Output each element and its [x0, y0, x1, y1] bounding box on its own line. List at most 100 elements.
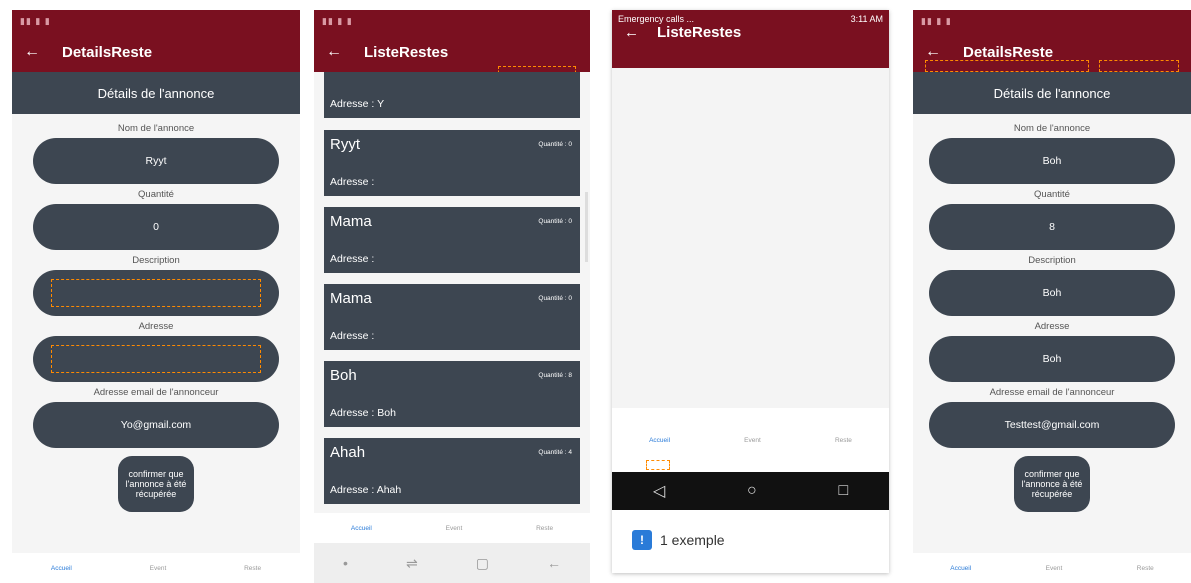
- item-quantity: Quantité : 4: [538, 449, 572, 456]
- nav-event[interactable]: Event: [150, 565, 167, 572]
- nav-event[interactable]: Event: [1046, 565, 1063, 572]
- field-label: Adresse email de l'annonceur: [93, 386, 219, 398]
- dot-icon[interactable]: •: [343, 555, 348, 571]
- details-form: Nom de l'annonce Ryyt Quantité 0 Descrip…: [12, 114, 300, 512]
- back-triangle-icon[interactable]: ◁: [653, 481, 665, 501]
- empty-content: [612, 68, 889, 408]
- email-field[interactable]: Yo@gmail.com: [33, 402, 279, 448]
- list-item[interactable]: Ahah Quantité : 4 Adresse : Ahah: [324, 438, 580, 504]
- nav-accueil[interactable]: Accueil: [351, 525, 372, 532]
- empty-list-screen: Emergency calls ... 3:11 AM ← ListeReste…: [612, 10, 889, 573]
- item-quantity: Quantité : 0: [538, 141, 572, 148]
- bottom-nav: Accueil Event Reste: [12, 553, 300, 583]
- back-arrow-icon[interactable]: ←: [925, 43, 941, 61]
- section-title: Détails de l'annonce: [12, 72, 300, 114]
- bottom-nav: Accueil Event Reste: [314, 513, 590, 543]
- nav-reste[interactable]: Reste: [835, 437, 852, 444]
- name-field[interactable]: Ryyt: [33, 138, 279, 184]
- scrollbar[interactable]: [585, 192, 588, 262]
- app-bar: ▮▮ ▮ ▮ ← DetailsReste: [12, 10, 300, 72]
- confirm-button[interactable]: confirmer que l'annonce à été récupérée: [1014, 456, 1090, 512]
- exclamation-icon: !: [632, 530, 652, 550]
- item-address: Adresse : Boh: [330, 407, 396, 419]
- field-label: Adresse: [1034, 320, 1070, 332]
- details-screen-2: ▮▮ ▮ ▮ ← DetailsReste Détails de l'annon…: [913, 10, 1191, 583]
- item-quantity: Quantité : 0: [538, 218, 572, 225]
- highlight-box: [646, 460, 670, 470]
- address-field[interactable]: Boh: [929, 336, 1175, 382]
- recents-square-icon[interactable]: □: [838, 482, 848, 500]
- home-circle-icon[interactable]: ○: [747, 482, 757, 500]
- item-address: Adresse : Y: [330, 98, 385, 110]
- back-arrow-icon[interactable]: ←: [326, 43, 342, 61]
- item-address: Adresse : Ahah: [330, 484, 402, 496]
- toolbar-title: DetailsReste: [963, 43, 1054, 61]
- nav-event[interactable]: Event: [744, 437, 761, 444]
- toolbar: ← ListeRestes: [612, 24, 889, 68]
- field-label: Description: [1028, 254, 1076, 266]
- confirm-button[interactable]: confirmer que l'annonce à été récupérée: [118, 456, 194, 512]
- highlight-box: [51, 279, 261, 307]
- email-field[interactable]: Testtest@gmail.com: [929, 402, 1175, 448]
- list-item[interactable]: Ryyt Quantité : 0 Adresse :: [324, 130, 580, 196]
- system-nav: • ⇌ ▢ ←: [314, 543, 590, 583]
- address-field[interactable]: [33, 336, 279, 382]
- list-item[interactable]: Adresse : Y: [324, 72, 580, 118]
- nav-reste[interactable]: Reste: [1137, 565, 1154, 572]
- status-time: 3:11 AM: [850, 14, 883, 24]
- example-note: ! 1 exemple: [612, 510, 889, 570]
- item-name: Ryyt: [330, 136, 360, 153]
- bottom-nav: Accueil Event Reste: [913, 553, 1191, 583]
- status-text: Emergency calls ...: [618, 14, 695, 24]
- nav-event[interactable]: Event: [446, 525, 463, 532]
- item-list: Adresse : Y Ryyt Quantité : 0 Adresse : …: [314, 72, 590, 522]
- list-item[interactable]: Boh Quantité : 8 Adresse : Boh: [324, 361, 580, 427]
- details-screen-1: ▮▮ ▮ ▮ ← DetailsReste Détails de l'annon…: [12, 10, 300, 583]
- recents-icon[interactable]: ⇌: [406, 555, 418, 572]
- toolbar-title: ListeRestes: [657, 24, 742, 41]
- highlight-box: [925, 60, 1089, 72]
- system-nav: ◁ ○ □: [612, 472, 889, 510]
- status-bar: ▮▮ ▮ ▮: [322, 15, 353, 26]
- name-field[interactable]: Boh: [929, 138, 1175, 184]
- nav-reste[interactable]: Reste: [244, 565, 261, 572]
- description-field[interactable]: Boh: [929, 270, 1175, 316]
- list-item[interactable]: Mama Quantité : 0 Adresse :: [324, 207, 580, 273]
- nav-accueil[interactable]: Accueil: [51, 565, 72, 572]
- description-field[interactable]: [33, 270, 279, 316]
- bottom-nav: Accueil Event Reste: [612, 408, 889, 472]
- field-label: Quantité: [1034, 188, 1070, 200]
- nav-accueil[interactable]: Accueil: [649, 437, 670, 444]
- home-icon[interactable]: ▢: [476, 555, 489, 572]
- field-label: Description: [132, 254, 180, 266]
- section-title: Détails de l'annonce: [913, 72, 1191, 114]
- status-bar: ▮▮ ▮ ▮: [20, 15, 51, 26]
- status-bar: ▮▮ ▮ ▮: [921, 15, 952, 26]
- item-name: Boh: [330, 367, 357, 384]
- field-label: Adresse email de l'annonceur: [989, 386, 1115, 398]
- back-arrow-icon[interactable]: ←: [624, 24, 639, 41]
- item-address: Adresse :: [330, 330, 375, 342]
- item-name: Ahah: [330, 444, 366, 461]
- back-arrow-icon[interactable]: ←: [24, 43, 40, 61]
- quantity-field[interactable]: 0: [33, 204, 279, 250]
- highlight-box: [51, 345, 261, 373]
- example-text: 1 exemple: [660, 532, 725, 548]
- field-label: Nom de l'annonce: [1013, 122, 1091, 134]
- item-name: Mama: [330, 213, 372, 230]
- quantity-field[interactable]: 8: [929, 204, 1175, 250]
- list-item[interactable]: Mama Quantité : 0 Adresse :: [324, 284, 580, 350]
- back-icon[interactable]: ←: [547, 555, 561, 571]
- nav-reste[interactable]: Reste: [536, 525, 553, 532]
- details-form: Nom de l'annonce Boh Quantité 8 Descript…: [913, 114, 1191, 512]
- highlight-box: [1099, 60, 1179, 72]
- item-quantity: Quantité : 0: [538, 295, 572, 302]
- nav-accueil[interactable]: Accueil: [950, 565, 971, 572]
- app-bar: ▮▮ ▮ ▮ ← ListeRestes: [314, 10, 590, 72]
- toolbar-title: DetailsReste: [62, 43, 153, 61]
- item-name: Mama: [330, 290, 372, 307]
- toolbar: ← DetailsReste: [12, 32, 300, 72]
- item-quantity: Quantité : 8: [538, 372, 572, 379]
- field-label: Adresse: [138, 320, 174, 332]
- toolbar-title: ListeRestes: [364, 43, 449, 61]
